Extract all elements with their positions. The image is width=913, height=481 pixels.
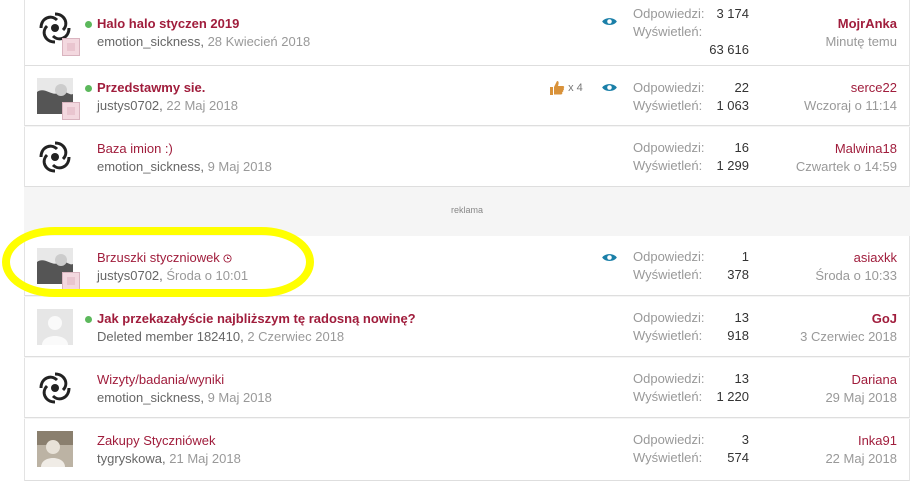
last-post-time[interactable]: Środa o 10:33	[815, 268, 897, 283]
views-count: 1 063	[716, 98, 749, 113]
thread-author[interactable]: emotion_sickness	[97, 34, 200, 49]
last-post-time[interactable]: 3 Czerwiec 2018	[800, 329, 897, 344]
thread-row[interactable]: Baza imion :) emotion_sickness, 9 Maj 20…	[24, 127, 910, 187]
thread-meta: justys0702, 22 Maj 2018	[97, 98, 238, 113]
likes-count: x 4	[568, 81, 583, 94]
spiral-logo-avatar[interactable]	[37, 139, 73, 175]
replies-count: 13	[734, 371, 749, 386]
thread-meta: Deleted member 182410, 2 Czerwiec 2018	[97, 329, 345, 344]
views-label: Wyświetleń:	[633, 24, 703, 39]
eye-icon	[602, 254, 617, 261]
thread-author[interactable]: justys0702	[97, 268, 159, 283]
eye-icon	[602, 18, 617, 25]
last-poster[interactable]: Dariana	[851, 372, 897, 387]
thread-date: 9 Maj 2018	[207, 390, 272, 405]
spiral-logo-avatar[interactable]	[37, 370, 73, 406]
thread-author[interactable]: justys0702	[97, 98, 159, 113]
replies-count: 3	[741, 432, 749, 447]
likes-badge[interactable]: x 4	[549, 80, 583, 96]
thread-author[interactable]: emotion_sickness	[97, 159, 200, 174]
thread-row[interactable]: Zakupy Styczniówek tygryskowa, 21 Maj 20…	[24, 419, 910, 481]
views-count: 574	[727, 450, 749, 465]
user-avatar-mini[interactable]	[62, 102, 80, 120]
thread-meta: emotion_sickness, 9 Maj 2018	[97, 390, 272, 405]
thumbs-up-icon	[550, 81, 565, 95]
thread-meta: tygryskowa, 21 Maj 2018	[97, 451, 241, 466]
default-user-avatar[interactable]	[37, 309, 73, 345]
last-poster[interactable]: GoJ	[872, 311, 897, 326]
thread-date: 9 Maj 2018	[207, 159, 272, 174]
thread-date: Środa o 10:01	[166, 268, 249, 283]
thread-list: Halo halo styczen 2019 emotion_sickness,…	[24, 0, 910, 481]
thread-title[interactable]: Halo halo styczen 2019	[97, 16, 239, 31]
views-count: 1 220	[716, 389, 749, 404]
thread-meta: justys0702, Środa o 10:01	[97, 268, 249, 283]
thread-date: 2 Czerwiec 2018	[247, 329, 345, 344]
thread-row[interactable]: Halo halo styczen 2019 emotion_sickness,…	[24, 0, 910, 66]
last-poster[interactable]: Inka91	[858, 433, 897, 448]
thread-meta: emotion_sickness, 9 Maj 2018	[97, 159, 272, 174]
thread-author[interactable]: tygryskowa	[97, 451, 162, 466]
eye-icon	[602, 84, 617, 91]
thread-date: 21 Maj 2018	[169, 451, 241, 466]
thread-title-text[interactable]: Brzuszki styczniowek	[97, 250, 220, 265]
last-poster[interactable]: Malwina18	[835, 141, 897, 156]
views-count: 378	[727, 267, 749, 282]
last-post-time[interactable]: Wczoraj o 11:14	[804, 98, 897, 113]
thread-row[interactable]: Brzuszki styczniowek justys0702, Środa o…	[24, 236, 910, 296]
thread-title[interactable]: Przedstawmy sie.	[97, 80, 205, 95]
thread-row[interactable]: Jak przekazałyście najbliższym tę radosn…	[24, 297, 910, 357]
last-poster[interactable]: serce22	[851, 80, 897, 95]
last-poster[interactable]: MojrAnka	[838, 16, 897, 31]
thread-author[interactable]: emotion_sickness	[97, 390, 200, 405]
online-dot	[85, 21, 92, 28]
views-count: 1 299	[716, 158, 749, 173]
last-post-time[interactable]: 22 Maj 2018	[825, 451, 897, 466]
online-dot	[85, 316, 92, 323]
last-poster[interactable]: asiaxkk	[854, 250, 897, 265]
replies-count: 16	[734, 140, 749, 155]
thread-date: 22 Maj 2018	[166, 98, 238, 113]
thread-date: 28 Kwiecień 2018	[207, 34, 311, 49]
ad-label: reklama	[450, 205, 483, 215]
thread-meta: emotion_sickness, 28 Kwiecień 2018	[97, 34, 311, 49]
last-post-time[interactable]: 29 Maj 2018	[825, 390, 897, 405]
replies-count: 1	[741, 249, 749, 264]
thread-author: Deleted member 182410	[97, 329, 241, 344]
user-avatar-mini[interactable]	[62, 272, 80, 290]
thread-title[interactable]: Wizyty/badania/wyniki	[97, 372, 224, 387]
thread-title[interactable]: Jak przekazałyście najbliższym tę radosn…	[97, 311, 416, 326]
views-count: 63 616	[709, 42, 749, 57]
replies-count: 22	[734, 80, 749, 95]
thread-title[interactable]: Zakupy Styczniówek	[97, 433, 216, 448]
replies-count: 3 174	[716, 6, 749, 21]
views-count: 918	[727, 328, 749, 343]
replies-count: 13	[734, 310, 749, 325]
last-post-time[interactable]: Minutę temu	[825, 34, 897, 49]
thread-row[interactable]: Wizyty/badania/wyniki emotion_sickness, …	[24, 358, 910, 418]
thread-title[interactable]: Brzuszki styczniowek	[97, 250, 232, 265]
clock-icon	[223, 254, 232, 263]
photo-avatar[interactable]	[37, 431, 73, 467]
online-dot	[85, 85, 92, 92]
last-post-time[interactable]: Czwartek o 14:59	[796, 159, 897, 174]
user-avatar-mini[interactable]	[62, 38, 80, 56]
thread-title[interactable]: Baza imion :)	[97, 141, 173, 156]
thread-row[interactable]: Przedstawmy sie. justys0702, 22 Maj 2018…	[24, 66, 910, 126]
